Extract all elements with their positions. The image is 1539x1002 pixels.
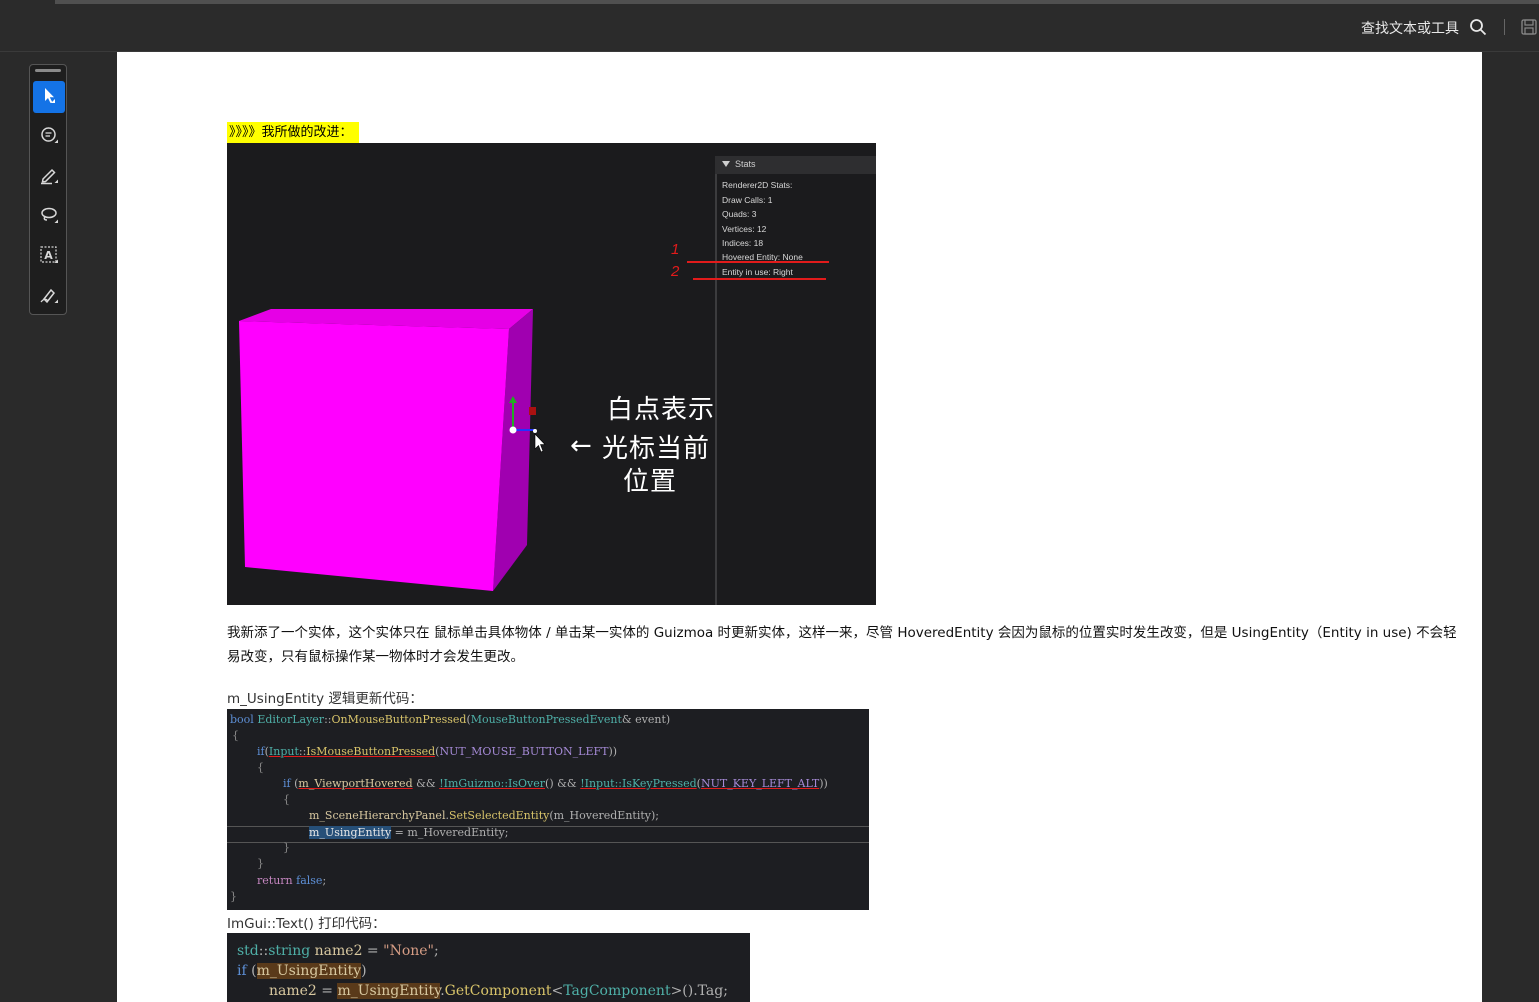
code-line: m_SceneHierarchyPanel.SetSelectedEntity(…	[309, 809, 659, 822]
code-line: {	[232, 729, 239, 742]
highlight-tool-button[interactable]	[33, 161, 65, 193]
topbar-divider	[1504, 19, 1505, 35]
sign-tool-button[interactable]	[33, 281, 65, 313]
magenta-cube	[239, 309, 546, 591]
code-line: name2 = m_UsingEntity.GetComponent<TagCo…	[269, 983, 728, 999]
search-icon[interactable]	[1469, 18, 1487, 36]
pen-icon	[39, 165, 59, 190]
code-line: }	[283, 841, 290, 854]
text-box-icon: A	[39, 245, 59, 270]
code-block-imgui-text: std::string name2 = "None"; if (m_UsingE…	[227, 933, 750, 1002]
highlighted-heading: 》》》》我所做的改进：	[227, 122, 359, 143]
annotation-toolbar: A	[29, 64, 67, 315]
right-gutter	[1482, 52, 1539, 1002]
code-line: m_UsingEntity = m_HoveredEntity;	[309, 826, 509, 839]
handwritten-note-line-1: 白点表示	[607, 395, 716, 425]
code-block-using-entity: bool EditorLayer::OnMouseButtonPressed(M…	[227, 709, 869, 910]
handwritten-note-line-2: 光标当前	[602, 434, 711, 464]
caption-imgui-text: ImGui::Text() 打印代码：	[227, 916, 386, 932]
cursor-arrow-icon	[39, 85, 59, 110]
search-tools-label[interactable]: 查找文本或工具	[1361, 18, 1459, 38]
body-paragraph: 我新添了一个实体，这个实体只在 鼠标单击具体物体 / 单击某一实体的 Guizm…	[227, 625, 1457, 665]
code-line: {	[283, 793, 290, 806]
code-line: if (m_ViewportHovered && !ImGuizmo::IsOv…	[283, 777, 828, 790]
toolbar-drag-handle[interactable]	[35, 69, 61, 72]
lasso-tool-button[interactable]	[33, 201, 65, 233]
text-select-tool-button[interactable]: A	[33, 241, 65, 273]
code-line: {	[257, 761, 264, 774]
handwritten-arrow: ←	[570, 431, 593, 461]
caption-using-entity: m_UsingEntity 逻辑更新代码：	[227, 691, 423, 707]
comment-tool-button[interactable]	[33, 121, 65, 153]
code-line: }	[257, 857, 264, 870]
document-page: 》》》》我所做的改进： Stats Renderer2D Stats: Draw…	[117, 52, 1482, 1002]
editor-screenshot: Stats Renderer2D Stats: Draw Calls: 1 Qu…	[227, 143, 876, 605]
code-line: if(Input::IsMouseButtonPressed(NUT_MOUSE…	[257, 745, 618, 758]
code-line: }	[230, 890, 237, 903]
code-line: std::string name2 = "None";	[237, 943, 439, 959]
comment-bubble-icon	[39, 125, 59, 150]
lasso-icon	[39, 205, 59, 230]
select-tool-button[interactable]	[33, 81, 65, 113]
app-top-bar: 查找文本或工具	[0, 0, 1539, 52]
svg-text:A: A	[44, 249, 53, 262]
signature-pen-icon	[39, 285, 59, 310]
code-line: return false;	[257, 874, 327, 887]
code-line: bool EditorLayer::OnMouseButtonPressed(M…	[230, 713, 671, 726]
save-icon[interactable]	[1521, 18, 1537, 36]
code-line: if (m_UsingEntity)	[237, 963, 367, 979]
tab-strip-edge	[55, 0, 1539, 4]
handwritten-note-line-3: 位置	[623, 467, 678, 497]
